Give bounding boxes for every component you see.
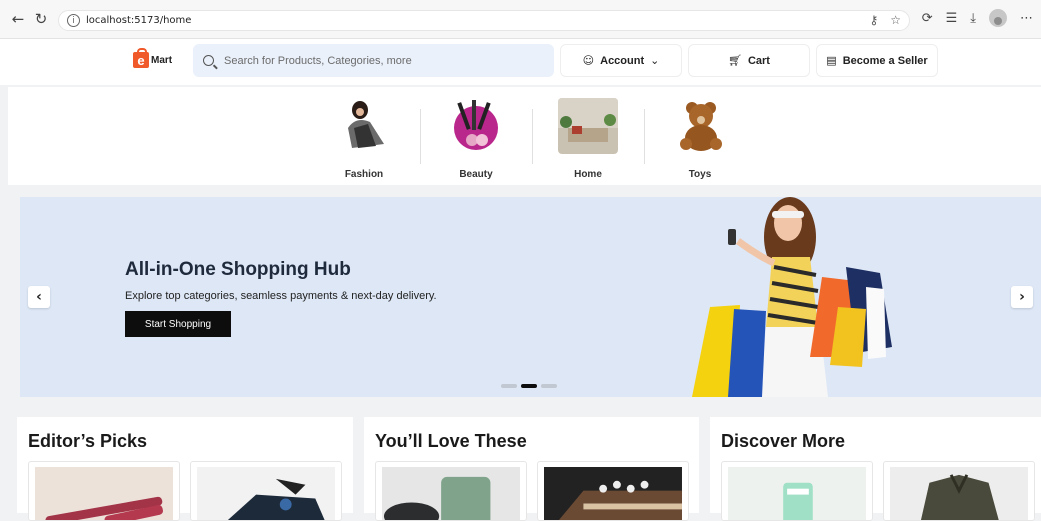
account-label: Account [600, 54, 645, 67]
key-icon[interactable]: ⚷ [869, 13, 878, 27]
hero-title: All-in-One Shopping Hub [125, 259, 351, 280]
section-title: Discover More [721, 431, 846, 451]
download-icon[interactable]: ⤓ [970, 11, 976, 26]
category-divider [644, 109, 645, 164]
category-home[interactable]: Home [556, 98, 620, 180]
product-card[interactable] [883, 461, 1035, 521]
section-title: Editor’s Picks [28, 431, 148, 451]
category-label: Beauty [459, 169, 493, 180]
love-these-section: You’ll Love These [364, 417, 699, 521]
editors-picks-section: Editor’s Picks [17, 417, 353, 521]
category-fashion[interactable]: Fashion [332, 98, 396, 180]
category-divider [420, 109, 421, 164]
start-shopping-button[interactable]: Start Shopping [125, 311, 231, 337]
logo-text: Mart [151, 54, 173, 66]
account-button[interactable]: ☺ Account ⌄ [560, 44, 682, 77]
bag-logo-icon: e [133, 48, 149, 68]
fashion-icon [334, 98, 394, 154]
category-toys[interactable]: Toys [668, 98, 732, 180]
site-info-icon[interactable]: i [67, 14, 80, 27]
cart-button[interactable]: 🛒︎ Cart [688, 44, 810, 77]
section-title: You’ll Love These [375, 431, 527, 451]
product-card[interactable] [375, 461, 527, 521]
store-icon: ▤ [826, 54, 837, 67]
cart-label: Cart [747, 54, 770, 67]
category-label: Toys [688, 169, 712, 180]
become-seller-button[interactable]: ▤ Become a Seller [816, 44, 938, 77]
product-card[interactable] [190, 461, 342, 521]
cart-icon: 🛒︎ [728, 54, 742, 67]
next-slide-button[interactable]: › [1011, 286, 1033, 308]
search-input[interactable] [224, 54, 524, 67]
category-bar: Fashion Beauty Home Toys [8, 87, 1041, 185]
more-icon[interactable]: ⋯ [1020, 11, 1033, 26]
category-label: Home [574, 169, 602, 180]
search-icon [203, 55, 214, 66]
star-icon[interactable]: ☆ [890, 13, 901, 27]
search-bar[interactable] [193, 44, 554, 77]
beauty-icon [454, 100, 498, 150]
seller-label: Become a Seller [842, 54, 928, 67]
profile-avatar[interactable] [989, 9, 1007, 27]
slide-dot[interactable] [541, 384, 557, 388]
category-label: Fashion [344, 169, 384, 180]
browser-toolbar: ← ↻ i localhost:5173/home ⚷ ☆ ⟳ ☰ ⤓ ⋯ [0, 0, 1041, 39]
slide-dot[interactable] [501, 384, 517, 388]
discover-more-section: Discover More [710, 417, 1041, 521]
toys-icon [670, 98, 730, 154]
product-card[interactable] [28, 461, 180, 521]
address-url: localhost:5173/home [86, 15, 192, 26]
category-divider [532, 109, 533, 164]
hero-subtitle: Explore top categories, seamless payment… [125, 290, 437, 302]
category-beauty[interactable]: Beauty [444, 98, 508, 180]
user-circle-icon: ☺ [582, 54, 595, 67]
chevron-down-icon: ⌄ [650, 54, 660, 67]
reload-icon[interactable]: ↻ [31, 9, 51, 29]
slide-indicators [501, 384, 557, 388]
back-icon[interactable]: ← [8, 9, 28, 29]
shopping-woman-image [692, 197, 892, 397]
hero-banner: All-in-One Shopping Hub Explore top cate… [20, 197, 1041, 397]
logo[interactable]: e Mart [133, 48, 173, 68]
product-card[interactable] [721, 461, 873, 521]
slide-dot-active[interactable] [521, 384, 537, 388]
product-card[interactable] [537, 461, 689, 521]
prev-slide-button[interactable]: ‹ [28, 286, 50, 308]
favorites-icon[interactable]: ☰ [946, 11, 958, 26]
extensions-icon[interactable]: ⟳ [922, 11, 933, 26]
home-icon [558, 98, 618, 154]
app-header: e Mart ☺ Account ⌄ 🛒︎ Cart ▤ Become a Se… [0, 39, 1041, 85]
address-bar[interactable]: i localhost:5173/home ⚷ ☆ [58, 10, 910, 31]
